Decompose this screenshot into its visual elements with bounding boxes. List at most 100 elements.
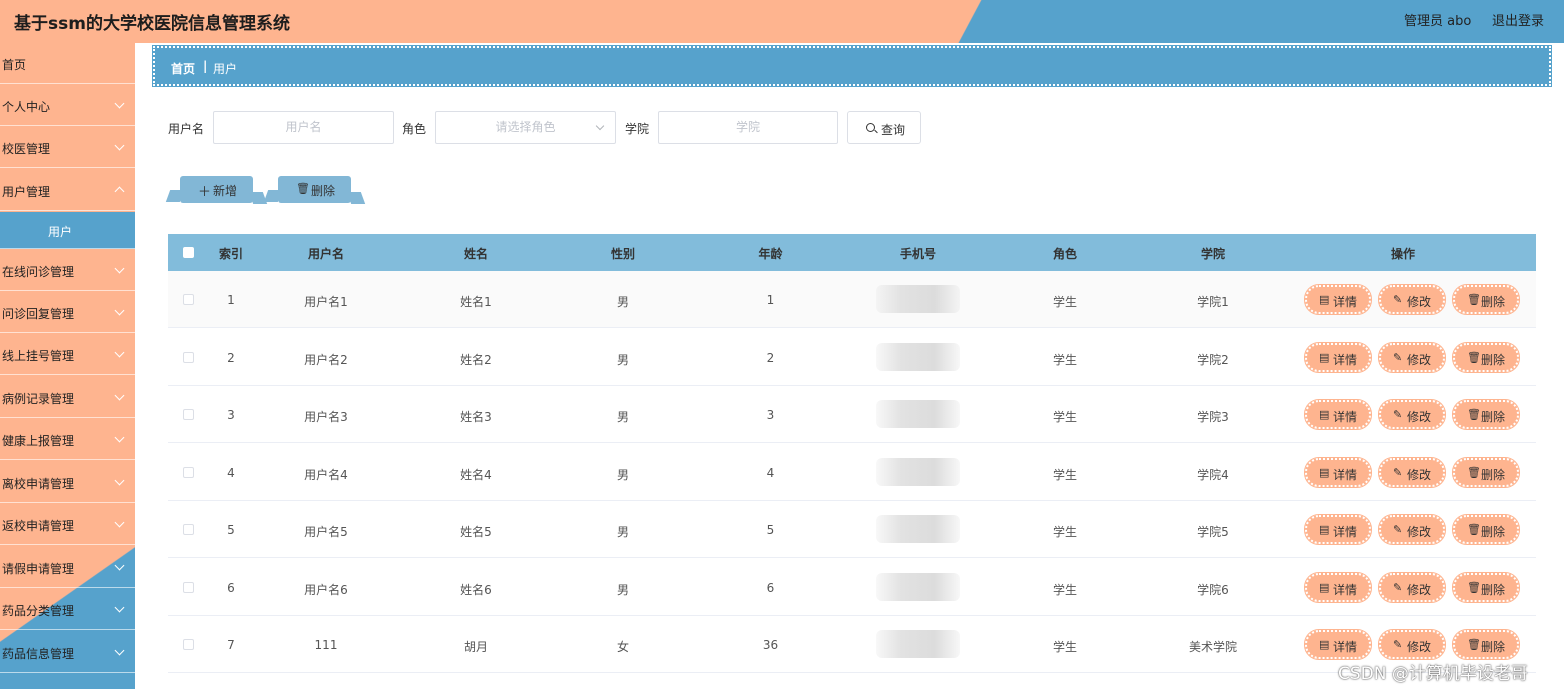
cell-age: 1 bbox=[766, 293, 775, 307]
row-checkbox[interactable] bbox=[183, 639, 194, 650]
row-checkbox[interactable] bbox=[183, 467, 194, 478]
edit-button-label: 修改 bbox=[1407, 295, 1432, 309]
cell-index: 4 bbox=[227, 466, 235, 480]
sidebar-item-consult-reply[interactable]: 问诊回复管理 bbox=[0, 292, 135, 333]
detail-button[interactable]: ▤ 详情 bbox=[1304, 457, 1372, 488]
edit-button[interactable]: ✎ 修改 bbox=[1378, 629, 1446, 660]
delete-button[interactable]: 🗑 删除 bbox=[1452, 457, 1520, 488]
search-icon bbox=[866, 123, 875, 132]
delete-button[interactable]: 🗑 删除 bbox=[1452, 284, 1520, 315]
college-search-input[interactable]: 学院 bbox=[658, 111, 838, 144]
row-checkbox[interactable] bbox=[183, 409, 194, 420]
cell-index: 6 bbox=[227, 581, 235, 595]
detail-button[interactable]: ▤ 详情 bbox=[1304, 342, 1372, 373]
document-icon: ▤ bbox=[1319, 293, 1330, 306]
table-row: 7 111 胡月 女 36 学生 美术学院 ▤ 详情 ✎ 修改 🗑 删除 bbox=[168, 616, 1536, 673]
cell-role: 学生 bbox=[1052, 353, 1077, 367]
cell-index: 7 bbox=[227, 638, 235, 652]
delete-button[interactable]: 🗑 删除 bbox=[1452, 629, 1520, 660]
logout-link[interactable]: 退出登录 bbox=[1492, 10, 1544, 29]
cell-age: 4 bbox=[766, 466, 775, 480]
col-index: 索引 bbox=[218, 247, 243, 261]
sidebar-item-leave-request[interactable]: 请假申请管理 bbox=[0, 547, 135, 588]
col-name: 姓名 bbox=[463, 247, 488, 261]
edit-button[interactable]: ✎ 修改 bbox=[1378, 514, 1446, 545]
detail-button-label: 详情 bbox=[1333, 640, 1358, 654]
delete-button-label: 删除 bbox=[1481, 525, 1506, 539]
username-search-input[interactable]: 用户名 bbox=[213, 111, 394, 144]
edit-button[interactable]: ✎ 修改 bbox=[1378, 284, 1446, 315]
cell-index: 3 bbox=[227, 408, 235, 422]
sidebar-item-label: 离校申请管理 bbox=[2, 477, 75, 491]
cell-gender: 男 bbox=[616, 583, 629, 597]
edit-icon: ✎ bbox=[1393, 523, 1403, 536]
edit-button[interactable]: ✎ 修改 bbox=[1378, 457, 1446, 488]
sidebar-item-drug-category[interactable]: 药品分类管理 bbox=[0, 589, 135, 630]
role-select[interactable]: 请选择角色 bbox=[435, 111, 616, 144]
sidebar-item-label: 请假申请管理 bbox=[2, 562, 75, 576]
query-button[interactable]: 查询 bbox=[847, 111, 921, 144]
college-label: 学院 bbox=[625, 122, 650, 136]
sidebar-item-return-school[interactable]: 返校申请管理 bbox=[0, 504, 135, 545]
edit-button[interactable]: ✎ 修改 bbox=[1378, 342, 1446, 373]
edit-icon: ✎ bbox=[1393, 351, 1403, 364]
sidebar-item-drug-info[interactable]: 药品信息管理 bbox=[0, 632, 135, 673]
delete-button-label: 删除 bbox=[1481, 410, 1506, 424]
edit-button-label: 修改 bbox=[1407, 525, 1432, 539]
sidebar-subitem-user[interactable]: 用户 bbox=[0, 212, 135, 249]
row-checkbox[interactable] bbox=[183, 582, 194, 593]
delete-button[interactable]: 🗑 删除 bbox=[1452, 342, 1520, 373]
cell-phone-redacted bbox=[876, 630, 960, 658]
sidebar-item-user-management[interactable]: 用户管理 bbox=[0, 170, 135, 211]
edit-icon: ✎ bbox=[1393, 293, 1403, 306]
sidebar-item-online-consult[interactable]: 在线问诊管理 bbox=[0, 250, 135, 291]
table-row: 2 用户名2 姓名2 男 2 学生 学院2 ▤ 详情 ✎ 修改 🗑 删除 bbox=[168, 329, 1536, 386]
cell-age: 3 bbox=[766, 408, 775, 422]
delete-button[interactable]: 🗑 删除 bbox=[1452, 399, 1520, 430]
sidebar-item-label: 用户 bbox=[47, 225, 72, 239]
cell-username: 用户名3 bbox=[304, 410, 348, 424]
cell-role: 学生 bbox=[1052, 410, 1077, 424]
edit-icon: ✎ bbox=[1393, 408, 1403, 421]
detail-button-label: 详情 bbox=[1333, 583, 1358, 597]
detail-button[interactable]: ▤ 详情 bbox=[1304, 514, 1372, 545]
cell-username: 用户名1 bbox=[304, 295, 348, 309]
cell-age: 5 bbox=[766, 523, 775, 537]
sidebar-item-leave-school[interactable]: 离校申请管理 bbox=[0, 462, 135, 503]
edit-button[interactable]: ✎ 修改 bbox=[1378, 399, 1446, 430]
sidebar-item-health-report[interactable]: 健康上报管理 bbox=[0, 419, 135, 460]
detail-button[interactable]: ▤ 详情 bbox=[1304, 284, 1372, 315]
document-icon: ▤ bbox=[1319, 408, 1330, 421]
row-checkbox[interactable] bbox=[183, 352, 194, 363]
detail-button[interactable]: ▤ 详情 bbox=[1304, 572, 1372, 603]
cell-college: 学院2 bbox=[1197, 353, 1229, 367]
detail-button[interactable]: ▤ 详情 bbox=[1304, 629, 1372, 660]
edit-button-label: 修改 bbox=[1407, 410, 1432, 424]
document-icon: ▤ bbox=[1319, 351, 1330, 364]
breadcrumb-home[interactable]: 首页 bbox=[171, 60, 195, 77]
sidebar-item-personal-center[interactable]: 个人中心 bbox=[0, 85, 135, 126]
detail-button-label: 详情 bbox=[1333, 295, 1358, 309]
chevron-down-icon bbox=[114, 305, 125, 316]
detail-button[interactable]: ▤ 详情 bbox=[1304, 399, 1372, 430]
cell-phone-redacted bbox=[876, 515, 960, 543]
sidebar-item-doctor-management[interactable]: 校医管理 bbox=[0, 127, 135, 168]
sidebar-item-medical-records[interactable]: 病例记录管理 bbox=[0, 377, 135, 418]
cell-name: 胡月 bbox=[463, 640, 488, 654]
add-button[interactable]: ＋ 新增 bbox=[180, 176, 253, 203]
sidebar-item-registration[interactable]: 线上挂号管理 bbox=[0, 334, 135, 375]
select-all-checkbox[interactable] bbox=[183, 247, 194, 258]
delete-button[interactable]: 🗑 删除 bbox=[1452, 514, 1520, 545]
row-checkbox[interactable] bbox=[183, 294, 194, 305]
cell-index: 2 bbox=[227, 351, 235, 365]
sidebar-item-label: 用户管理 bbox=[2, 185, 51, 199]
delete-button[interactable]: 🗑 删除 bbox=[1452, 572, 1520, 603]
trash-icon: 🗑 bbox=[1467, 408, 1481, 421]
row-checkbox[interactable] bbox=[183, 524, 194, 535]
col-phone: 手机号 bbox=[899, 247, 936, 261]
sidebar-item-home[interactable]: 首页 bbox=[0, 43, 135, 84]
edit-button[interactable]: ✎ 修改 bbox=[1378, 572, 1446, 603]
cell-role: 学生 bbox=[1052, 295, 1077, 309]
chevron-down-icon bbox=[114, 98, 125, 109]
batch-delete-button[interactable]: 🗑 删除 bbox=[278, 176, 351, 203]
